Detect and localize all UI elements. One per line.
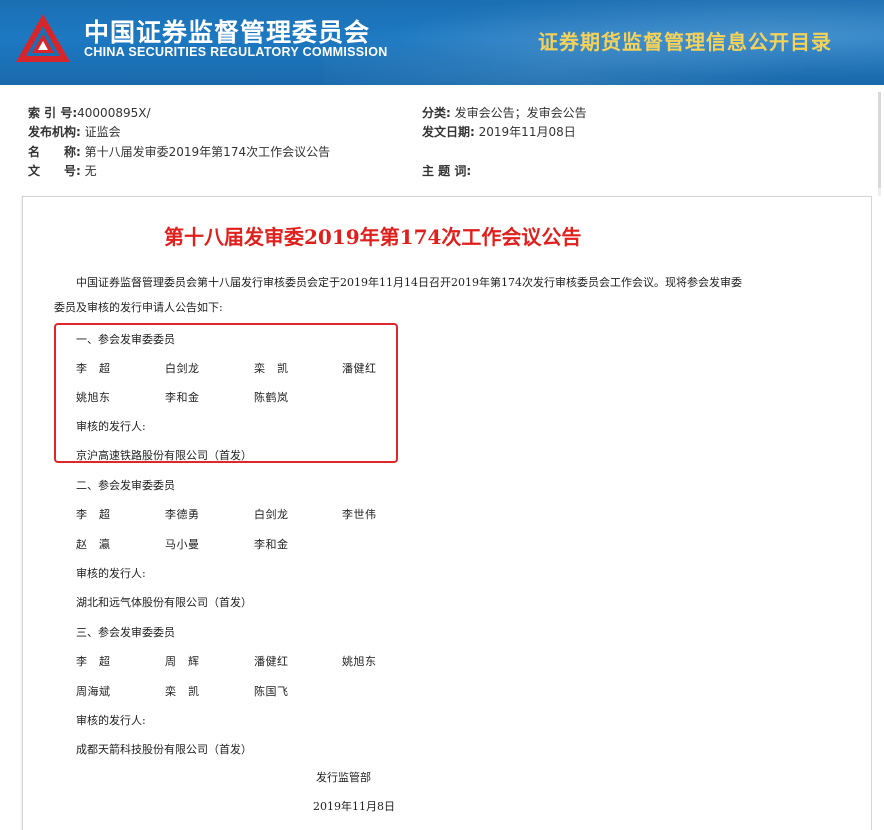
section-2-member: 李 超 bbox=[76, 508, 111, 521]
scrollbar-gap bbox=[878, 188, 881, 196]
section-3-heading: 三、参会发审委委员 bbox=[76, 626, 175, 639]
section-1-member: 李 超 bbox=[76, 362, 111, 375]
document-frame bbox=[22, 196, 872, 830]
meta-date: 发文日期: 2019年11月08日 bbox=[422, 123, 576, 141]
meta-name-label: 名 称: bbox=[28, 145, 81, 159]
section-2-member: 白剑龙 bbox=[254, 508, 289, 521]
section-3-applicant: 成都天箭科技股份有限公司（首发） bbox=[76, 743, 252, 756]
scrollbar-track[interactable] bbox=[878, 92, 881, 188]
meta-issuer: 发布机构: 证监会 bbox=[28, 123, 121, 141]
section-title[interactable]: 证券期货监督管理信息公开目录 bbox=[538, 26, 832, 55]
meta-docno: 文 号: 无 bbox=[28, 162, 97, 180]
meta-index-value: 40000895X/ bbox=[77, 106, 151, 120]
meta-subject: 主 题 词: bbox=[422, 162, 471, 180]
section-2-member: 马小曼 bbox=[165, 538, 200, 551]
org-name-cn[interactable]: 中国证券监督管理委员会 bbox=[84, 13, 370, 49]
meta-docno-label: 文 号: bbox=[28, 164, 81, 178]
section-1-applicant: 京沪高速铁路股份有限公司（首发） bbox=[76, 449, 252, 462]
section-1-member: 陈鹤岚 bbox=[254, 391, 289, 404]
section-3-member: 周海斌 bbox=[76, 685, 111, 698]
meta-index-label: 索 引 号: bbox=[28, 106, 78, 120]
section-3-member: 陈国飞 bbox=[254, 685, 289, 698]
section-1-member: 白剑龙 bbox=[165, 362, 200, 375]
section-1-member: 潘健红 bbox=[342, 362, 377, 375]
section-3-member: 周 辉 bbox=[165, 655, 200, 668]
meta-category: 分类: 发审会公告；发审会公告 bbox=[422, 104, 587, 122]
meta-subject-label: 主 题 词: bbox=[422, 164, 472, 178]
section-3-member: 栾 凯 bbox=[165, 685, 200, 698]
section-2-member: 赵 瀛 bbox=[76, 538, 111, 551]
meta-date-label: 发文日期: bbox=[422, 125, 475, 139]
meta-date-value: 2019年11月08日 bbox=[478, 125, 576, 139]
section-3-member: 李 超 bbox=[76, 655, 111, 668]
meta-name: 名 称: 第十八届发审委2019年第174次工作会议公告 bbox=[28, 143, 330, 161]
section-1-member: 李和金 bbox=[165, 391, 200, 404]
intro-line-1: 中国证券监督管理委员会第十八届发行审核委员会定于2019年11月14日召开201… bbox=[76, 276, 742, 289]
meta-name-value: 第十八届发审委2019年第174次工作会议公告 bbox=[84, 145, 331, 159]
intro-line-2: 委员及审核的发行申请人公告如下: bbox=[54, 301, 223, 314]
meta-issuer-label: 发布机构: bbox=[28, 125, 81, 139]
meta-docno-value: 无 bbox=[84, 164, 97, 178]
section-3-member: 姚旭东 bbox=[342, 655, 377, 668]
section-2-member: 李和金 bbox=[254, 538, 289, 551]
header-banner: 中国证券监督管理委员会 CHINA SECURITIES REGULATORY … bbox=[0, 0, 884, 85]
section-2-member: 李世伟 bbox=[342, 508, 377, 521]
csrc-logo-icon[interactable] bbox=[14, 12, 72, 64]
section-2-member: 李德勇 bbox=[165, 508, 200, 521]
section-2-applicant: 湖北和远气体股份有限公司（首发） bbox=[76, 596, 252, 609]
signature-department: 发行监管部 bbox=[316, 771, 371, 784]
meta-index: 索 引 号:40000895X/ bbox=[28, 104, 151, 122]
section-1-member: 姚旭东 bbox=[76, 391, 111, 404]
section-2-heading: 二、参会发审委委员 bbox=[76, 479, 175, 492]
section-1-heading: 一、参会发审委委员 bbox=[76, 333, 175, 346]
section-2-applicant-label: 审核的发行人: bbox=[76, 567, 146, 580]
meta-issuer-value: 证监会 bbox=[84, 125, 121, 139]
signature-date: 2019年11月8日 bbox=[313, 800, 395, 813]
section-1-applicant-label: 审核的发行人: bbox=[76, 420, 146, 433]
meta-category-label: 分类: bbox=[422, 106, 451, 120]
document-title: 第十八届发审委2019年第174次工作会议公告 bbox=[164, 225, 582, 249]
meta-category-value: 发审会公告；发审会公告 bbox=[454, 106, 587, 120]
org-name-en[interactable]: CHINA SECURITIES REGULATORY COMMISSION bbox=[84, 45, 388, 59]
section-3-member: 潘健红 bbox=[254, 655, 289, 668]
section-1-member: 栾 凯 bbox=[254, 362, 289, 375]
section-3-applicant-label: 审核的发行人: bbox=[76, 714, 146, 727]
